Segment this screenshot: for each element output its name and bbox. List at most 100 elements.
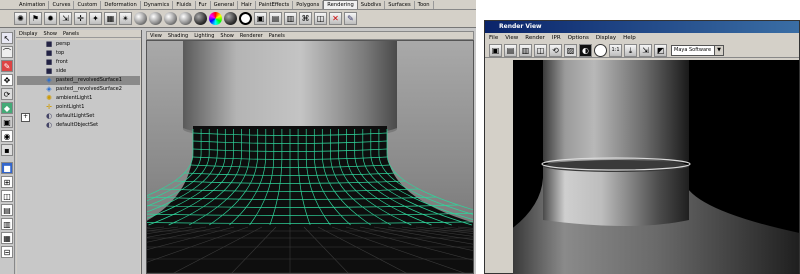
use-background-icon[interactable] <box>239 12 252 25</box>
outliner-item-label: side <box>56 68 67 74</box>
viewport-menu-renderer[interactable]: Renderer <box>240 32 263 39</box>
cylinder-surface <box>183 41 397 129</box>
directional-light-icon[interactable]: ⇲ <box>59 12 72 25</box>
spot-light-icon[interactable]: ✦ <box>89 12 102 25</box>
zoom-ratio[interactable]: 1:1 <box>609 44 622 57</box>
shelf-tab-general[interactable]: General <box>211 1 239 9</box>
perspective-viewport[interactable] <box>146 40 474 274</box>
render-menu-render[interactable]: Render <box>525 34 545 43</box>
shelf-tab-painteffects[interactable]: PaintEffects <box>256 1 294 9</box>
keep-image-icon[interactable]: ⤓ <box>624 44 637 57</box>
outliner-menu-display[interactable]: Display <box>19 30 37 37</box>
paint-select-tool-icon[interactable]: ✎ <box>1 60 13 72</box>
manipulator-tool-icon[interactable]: ▣ <box>1 116 13 128</box>
last-tool-icon[interactable]: ▪ <box>1 144 13 156</box>
shelf-tab-dynamics[interactable]: Dynamics <box>141 1 174 9</box>
viewport-menu-show[interactable]: Show <box>220 32 234 39</box>
area-light-icon[interactable]: ▦ <box>104 12 117 25</box>
outliner-item[interactable]: ■ side <box>17 67 140 76</box>
scale-tool-icon[interactable]: ◆ <box>1 102 13 114</box>
move-tool-icon[interactable]: ✥ <box>1 74 13 86</box>
outliner-item[interactable]: + ◐ defaultLightSet <box>17 112 140 122</box>
phong-material-icon[interactable] <box>164 12 177 25</box>
ramp-shader-icon[interactable] <box>209 12 222 25</box>
lasso-tool-icon[interactable]: ⌒ <box>1 46 13 58</box>
hypershade-persp-layout-icon[interactable]: ▦ <box>1 232 13 244</box>
outliner-menu-show[interactable]: Show <box>43 30 57 37</box>
shelf-tab-surfaces[interactable]: Surfaces <box>385 1 415 9</box>
soft-mod-tool-icon[interactable]: ◉ <box>1 130 13 142</box>
shelf-tab-rendering[interactable]: Rendering <box>323 0 358 9</box>
renderer-select[interactable]: Maya Software ▼ <box>671 45 725 56</box>
four-pane-layout-icon[interactable]: ⊞ <box>1 176 13 188</box>
remove-image-icon[interactable]: ⇲ <box>639 44 652 57</box>
redo-render-icon[interactable]: ▣ <box>489 44 502 57</box>
render-menu-ipr[interactable]: IPR <box>552 34 561 43</box>
viewport-menu-view[interactable]: View <box>150 32 162 39</box>
outliner-item[interactable]: ◐ defaultObjectSet <box>17 121 140 130</box>
shelf-tab-fur[interactable]: Fur <box>196 1 211 9</box>
render-globals-icon[interactable]: ◫ <box>314 12 327 25</box>
shelf-tab-polygons[interactable]: Polygons <box>293 1 324 9</box>
outliner-item[interactable]: ◈ pasted__revolvedSurface2 <box>17 85 140 94</box>
ipr-icon[interactable]: ◫ <box>534 44 547 57</box>
shelf-tab-animation[interactable]: Animation <box>16 1 50 9</box>
two-pane-layout-icon[interactable]: ◫ <box>1 190 13 202</box>
select-tool-icon[interactable]: ↖ <box>1 32 13 44</box>
shelf-tab-deformation[interactable]: Deformation <box>101 1 141 9</box>
rgb-channels-icon[interactable]: ▨ <box>564 44 577 57</box>
render-current-frame-icon[interactable]: ▣ <box>254 12 267 25</box>
hypershade-icon[interactable]: ⌘ <box>299 12 312 25</box>
outliner-menu-panels[interactable]: Panels <box>63 30 79 37</box>
render-menu-help[interactable]: Help <box>623 34 636 43</box>
rotate-tool-icon[interactable]: ⟳ <box>1 88 13 100</box>
render-globals-icon[interactable]: ◩ <box>654 44 667 57</box>
render-menu-view[interactable]: View <box>505 34 518 43</box>
outliner-item[interactable]: ✺ ambientLight1 <box>17 94 140 103</box>
point-light-icon[interactable]: ✛ <box>74 12 87 25</box>
lambert-material-icon[interactable] <box>134 12 147 25</box>
camera-create-icon[interactable]: ⚑ <box>29 12 42 25</box>
outliner-item[interactable]: ✛ pointLight1 <box>17 103 140 112</box>
snapshot-icon[interactable]: ▥ <box>519 44 532 57</box>
shelf-tab-subdivs[interactable]: Subdivs <box>358 1 386 9</box>
render-menu-display[interactable]: Display <box>596 34 616 43</box>
cancel-render-icon[interactable]: ✕ <box>329 12 342 25</box>
shelf-tab-hair[interactable]: Hair <box>238 1 256 9</box>
viewport-menu-shading[interactable]: Shading <box>168 32 188 39</box>
shelf-tab-curves[interactable]: Curves <box>49 1 75 9</box>
render-menu-file[interactable]: File <box>489 34 498 43</box>
render-settings-icon[interactable]: ✺ <box>14 12 27 25</box>
shelf-tab-toon[interactable]: Toon <box>415 1 434 9</box>
layout-icon[interactable]: ⊟ <box>1 246 13 258</box>
surface-shader-icon[interactable] <box>224 12 237 25</box>
phonge-material-icon[interactable] <box>179 12 192 25</box>
shelf-tab-bar: Animation Curves Custom Deformation Dynamics… <box>0 0 476 10</box>
render-region-icon[interactable]: ▤ <box>504 44 517 57</box>
outliner-persp-layout-icon[interactable]: ▤ <box>1 204 13 216</box>
outliner-item[interactable]: ■ top <box>17 49 140 58</box>
display-real-size-icon[interactable] <box>594 44 607 57</box>
render-menu-options[interactable]: Options <box>568 34 589 43</box>
render-view-icon[interactable]: ✎ <box>344 12 357 25</box>
graph-persp-layout-icon[interactable]: ▥ <box>1 218 13 230</box>
refresh-icon[interactable]: ⟲ <box>549 44 562 57</box>
shelf-tab-custom[interactable]: Custom <box>74 1 102 9</box>
ambient-light-icon[interactable]: ✹ <box>44 12 57 25</box>
outliner-item[interactable]: ■ persp <box>17 40 140 49</box>
batch-render-icon[interactable]: ▥ <box>284 12 297 25</box>
outliner-panel: Display Show Panels ■ persp ■ top ■ front ■ side ◈… <box>16 30 142 274</box>
outliner-item-label: persp <box>56 41 71 47</box>
rendered-cylinder <box>543 60 689 152</box>
anisotropic-material-icon[interactable] <box>194 12 207 25</box>
viewport-menu-lighting[interactable]: Lighting <box>194 32 214 39</box>
blinn-material-icon[interactable] <box>149 12 162 25</box>
outliner-item[interactable]: ◈ pasted__revolvedSurface1 <box>17 76 140 85</box>
single-pane-layout-icon[interactable]: ■ <box>1 162 13 174</box>
outliner-item[interactable]: ■ front <box>17 58 140 67</box>
ipr-render-icon[interactable]: ▤ <box>269 12 282 25</box>
alpha-channel-icon[interactable]: ◐ <box>579 44 592 57</box>
viewport-menu-panels[interactable]: Panels <box>269 32 285 39</box>
shelf-tab-fluids[interactable]: Fluids <box>173 1 196 9</box>
volume-light-icon[interactable]: ✴ <box>119 12 132 25</box>
